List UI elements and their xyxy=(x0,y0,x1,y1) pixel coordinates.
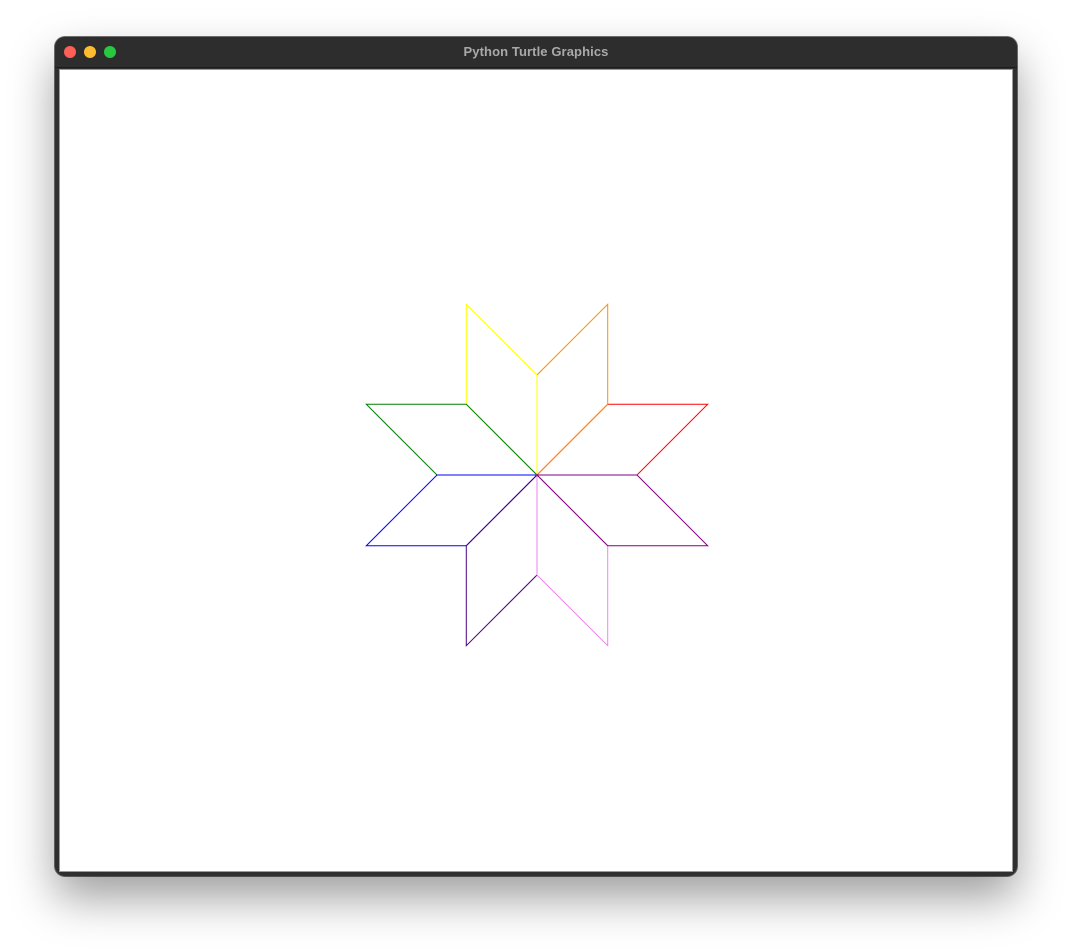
turtle-window: Python Turtle Graphics xyxy=(55,37,1017,876)
rhombus-green xyxy=(365,403,539,476)
rhombus-orange xyxy=(536,303,609,477)
turtle-canvas-area xyxy=(59,69,1013,872)
rhombus-blue xyxy=(365,474,539,547)
rhombus-purple xyxy=(535,474,709,547)
window-title: Python Turtle Graphics xyxy=(463,44,609,59)
rhombus-red xyxy=(535,403,709,476)
turtle-canvas xyxy=(365,303,709,647)
rhombus-yellow xyxy=(465,303,538,477)
rhombus-indigo xyxy=(465,473,538,647)
title-bar[interactable]: Python Turtle Graphics xyxy=(55,37,1017,68)
rhombus-violet xyxy=(536,473,609,647)
